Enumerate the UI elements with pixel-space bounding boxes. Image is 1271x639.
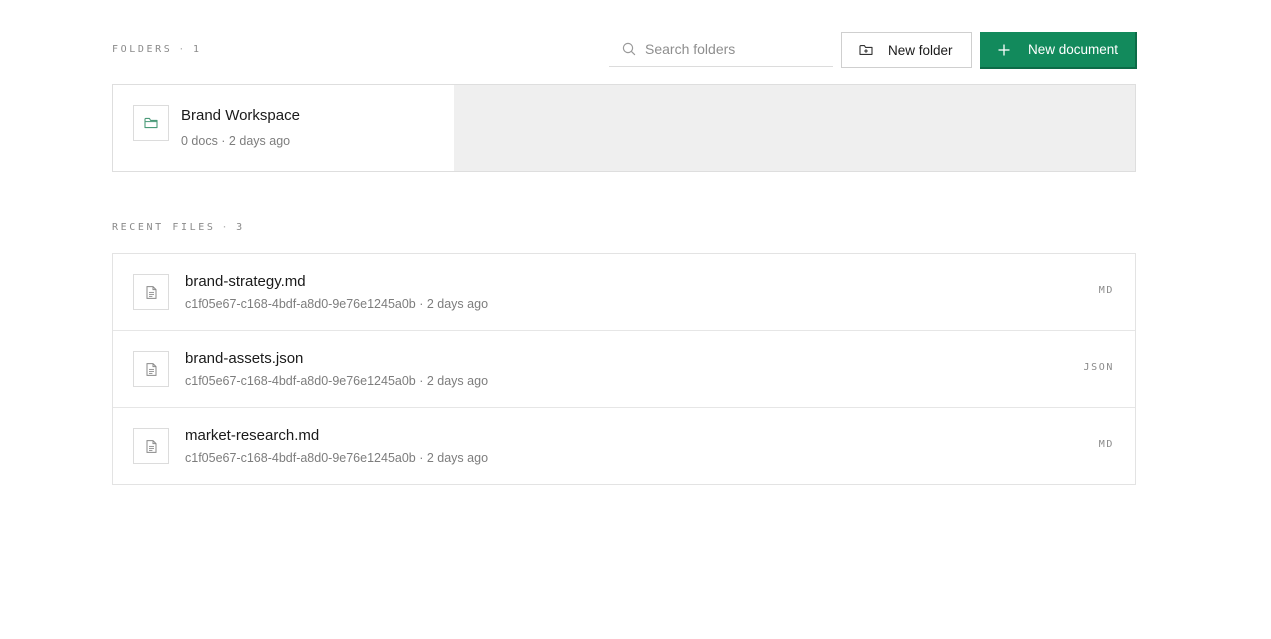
file-icon-box — [133, 274, 169, 310]
recent-files-count: 3 — [236, 222, 245, 233]
folder-grid: Brand Workspace 0 docs · 2 days ago — [112, 84, 1136, 172]
file-row[interactable]: market-research.md c1f05e67-c168-4bdf-a8… — [113, 408, 1135, 484]
file-row[interactable]: brand-assets.json c1f05e67-c168-4bdf-a8d… — [113, 331, 1135, 408]
folders-page: Folders · 1 New folder — [0, 0, 1271, 639]
file-icon-box — [133, 351, 169, 387]
folder-name: Brand Workspace — [181, 107, 300, 124]
search-icon — [622, 42, 636, 56]
new-document-label: New document — [1028, 42, 1119, 57]
folders-section-separator: · — [178, 44, 187, 55]
file-name: market-research.md — [185, 427, 320, 444]
recent-files-list: brand-strategy.md c1f05e67-c168-4bdf-a8d… — [112, 253, 1136, 485]
file-type-badge: MD — [1098, 285, 1114, 296]
recent-files-section-label: Recent files · 3 — [112, 222, 245, 233]
file-meta: c1f05e67-c168-4bdf-a8d0-9e76e1245a0b · 2… — [185, 451, 489, 465]
file-icon — [146, 439, 157, 453]
folder-card-brand-workspace[interactable]: Brand Workspace 0 docs · 2 days ago — [113, 85, 454, 171]
folder-plus-icon — [859, 44, 873, 56]
recent-files-section-title: Recent files — [112, 222, 216, 233]
new-folder-label: New folder — [888, 42, 953, 58]
folder-meta: 0 docs · 2 days ago — [181, 134, 291, 148]
file-type-badge: JSON — [1083, 362, 1114, 373]
search-folders — [609, 32, 833, 67]
file-meta: c1f05e67-c168-4bdf-a8d0-9e76e1245a0b · 2… — [185, 297, 489, 311]
file-icon-box — [133, 428, 169, 464]
folders-section-label: Folders · 1 — [112, 44, 202, 55]
file-name: brand-assets.json — [185, 350, 304, 367]
recent-files-section-separator: · — [221, 222, 231, 233]
file-icon — [146, 362, 157, 376]
folder-icon — [144, 117, 158, 129]
file-name: brand-strategy.md — [185, 273, 306, 290]
new-document-button[interactable]: New document — [980, 32, 1137, 69]
folder-icon-box — [133, 105, 169, 141]
new-folder-button[interactable]: New folder — [841, 32, 972, 68]
folder-grid-empty-area — [454, 85, 1135, 171]
folders-section-title: Folders — [112, 44, 173, 55]
plus-icon — [997, 43, 1011, 57]
file-row[interactable]: brand-strategy.md c1f05e67-c168-4bdf-a8d… — [113, 254, 1135, 331]
search-input[interactable] — [645, 41, 825, 57]
file-icon — [146, 285, 157, 299]
folders-count: 1 — [192, 44, 202, 55]
file-type-badge: MD — [1098, 439, 1114, 450]
file-meta: c1f05e67-c168-4bdf-a8d0-9e76e1245a0b · 2… — [185, 374, 489, 388]
